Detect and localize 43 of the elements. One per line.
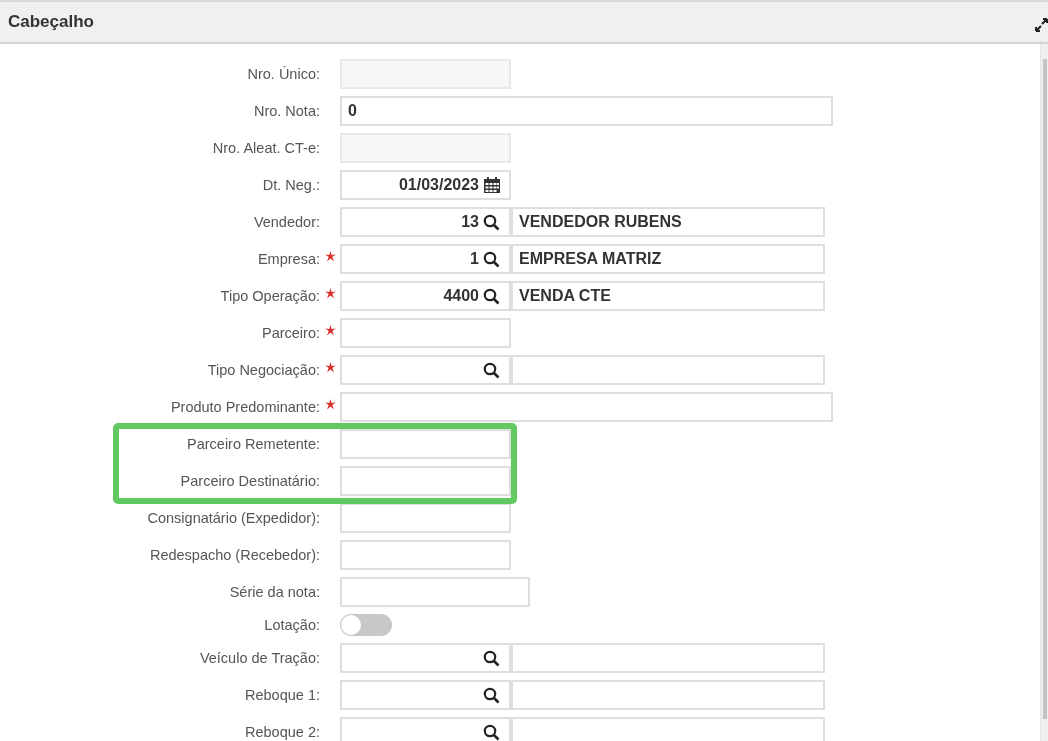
field-label: Nro. Nota: xyxy=(252,103,320,119)
date-field[interactable]: 01/03/2023 xyxy=(340,170,511,200)
input-field[interactable] xyxy=(340,503,511,533)
field-label: Parceiro: xyxy=(260,325,320,341)
input-field[interactable] xyxy=(340,318,511,348)
field-label: Empresa: xyxy=(256,251,320,267)
lookup-field[interactable] xyxy=(340,717,511,741)
scrollbar[interactable] xyxy=(1040,44,1048,741)
input-field[interactable]: 0 xyxy=(340,96,833,126)
input-field[interactable] xyxy=(340,392,833,422)
lookup-field[interactable]: 4400 xyxy=(340,281,511,311)
field-label: Nro. Aleat. CT-e: xyxy=(211,140,320,156)
field-label: Vendedor: xyxy=(252,214,320,230)
input-field[interactable] xyxy=(340,466,511,496)
field-label: Veículo de Tração: xyxy=(198,650,320,666)
input-field[interactable] xyxy=(340,429,511,459)
field-label: Nro. Único: xyxy=(246,66,320,82)
toggle-switch[interactable] xyxy=(340,614,392,636)
expand-icon[interactable] xyxy=(1035,18,1048,32)
description-field: VENDA CTE xyxy=(511,281,825,311)
scrollbar-thumb[interactable] xyxy=(1043,59,1047,719)
description-field: EMPRESA MATRIZ xyxy=(511,244,825,274)
field-label: Dt. Neg.: xyxy=(261,177,320,193)
description-field: VENDEDOR RUBENS xyxy=(511,207,825,237)
panel-title: Cabeçalho xyxy=(8,12,94,32)
lookup-field[interactable] xyxy=(340,680,511,710)
field-label: Tipo Operação: xyxy=(219,288,320,304)
lookup-field[interactable]: 1 xyxy=(340,244,511,274)
lookup-field[interactable] xyxy=(340,355,511,385)
field-label: Lotação: xyxy=(263,617,320,633)
field-label: Produto Predominante: xyxy=(169,399,320,415)
lookup-field[interactable] xyxy=(340,643,511,673)
field-label: Tipo Negociação: xyxy=(206,362,320,378)
field-label: Série da nota: xyxy=(228,584,320,600)
input-field[interactable] xyxy=(340,540,511,570)
input-field[interactable] xyxy=(340,577,530,607)
field-label: Parceiro Destinatário: xyxy=(179,473,320,489)
field-label: Reboque 1: xyxy=(244,687,320,703)
field-label: Consignatário (Expedidor): xyxy=(146,510,320,526)
lookup-field[interactable]: 13 xyxy=(340,207,511,237)
field-label: Parceiro Remetente: xyxy=(186,436,320,452)
field-label: Reboque 2: xyxy=(244,724,320,740)
field-label: Redespacho (Recebedor): xyxy=(148,547,320,563)
